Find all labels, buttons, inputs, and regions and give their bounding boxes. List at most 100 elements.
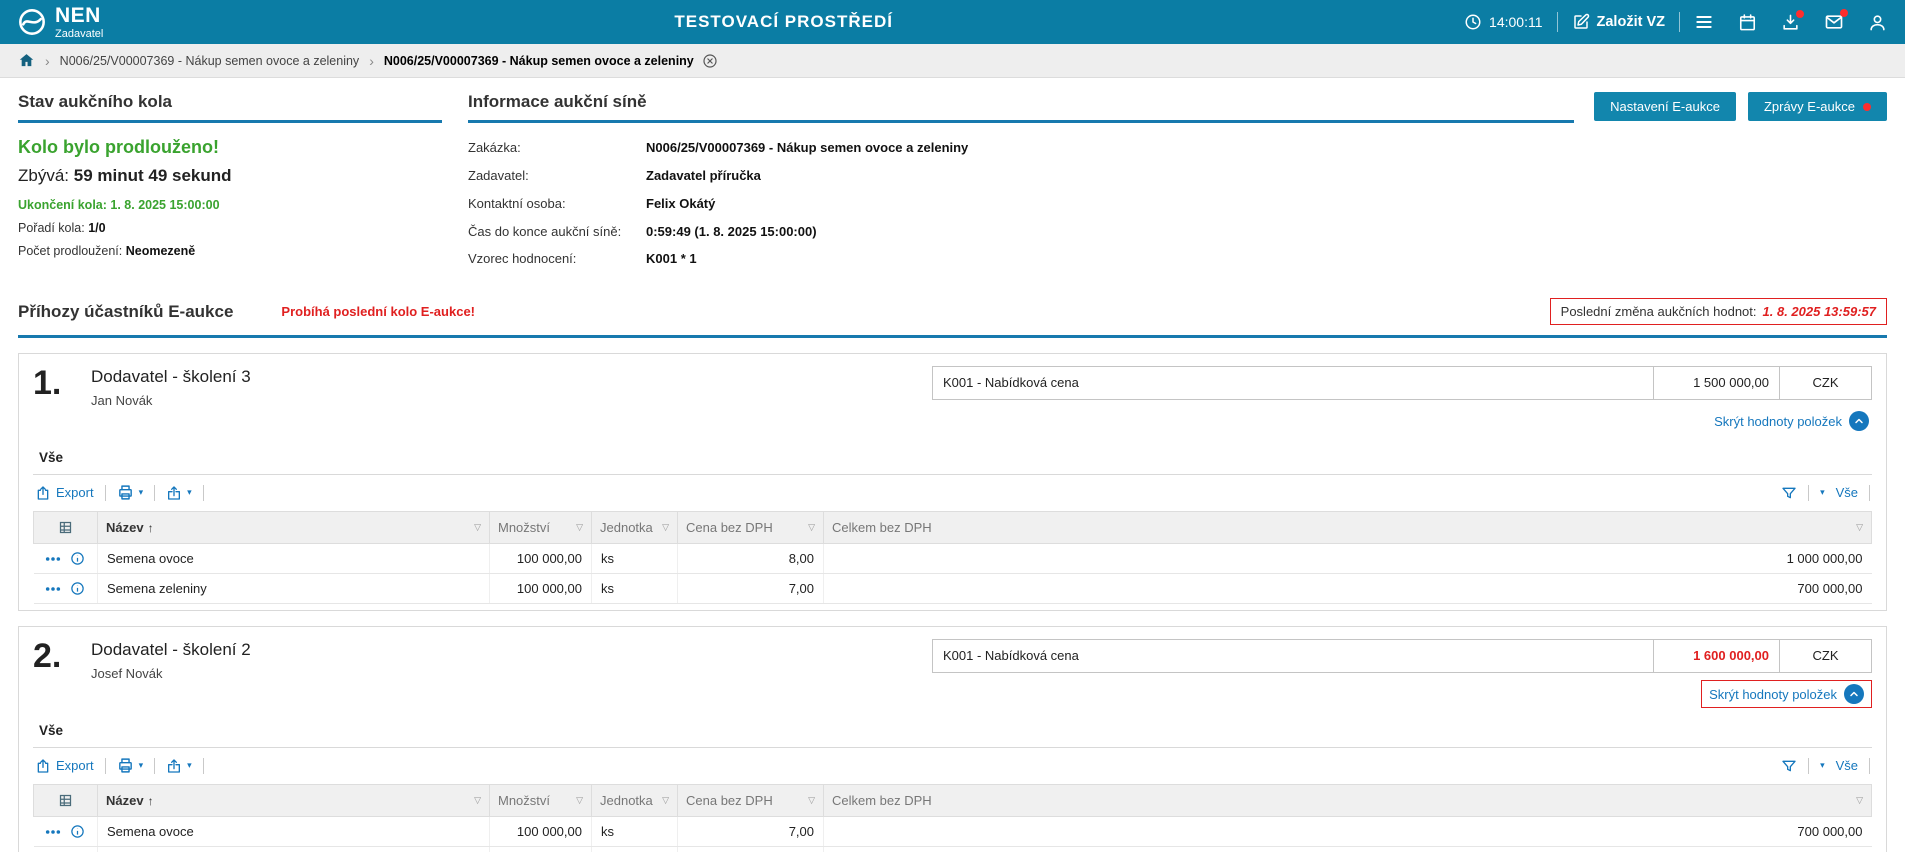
- chevron-down-icon[interactable]: ▾: [187, 487, 192, 498]
- hide-item-values-link[interactable]: Skrýt hodnoty položek: [1701, 680, 1872, 708]
- info-row: Zadavatel: Zadavatel příručka: [468, 167, 1887, 186]
- item-qty: 100 000,00: [490, 574, 592, 604]
- eauction-messages-button[interactable]: Zprávy E-aukce: [1748, 92, 1887, 121]
- info-label: Zakázka:: [468, 139, 646, 158]
- filter-button[interactable]: [1781, 758, 1797, 774]
- breadcrumb-item-active[interactable]: N006/25/V00007369 - Nákup semen ovoce a …: [384, 53, 718, 69]
- print-button[interactable]: ▾: [117, 757, 144, 774]
- column-filter-icon[interactable]: ▽: [576, 795, 583, 806]
- toolbar-divider: [1808, 485, 1809, 501]
- extensions-count: Počet prodloužení: Neomezeně: [18, 244, 442, 258]
- column-header-price[interactable]: Cena bez DPH ▽: [678, 512, 824, 544]
- column-label: Jednotka: [600, 793, 653, 808]
- column-label: Celkem bez DPH: [832, 793, 932, 808]
- column-header-selector[interactable]: [34, 785, 98, 817]
- column-header-qty[interactable]: Množství ▽: [490, 785, 592, 817]
- column-header-unit[interactable]: Jednotka ▽: [592, 512, 678, 544]
- create-vz-button[interactable]: Založit VZ: [1572, 13, 1665, 31]
- column-header-selector[interactable]: [34, 512, 98, 544]
- item-qty: 100 000,00: [490, 817, 592, 847]
- downloads-icon[interactable]: [1781, 13, 1800, 32]
- time-remaining-value: 59 minut 49 sekund: [74, 166, 232, 185]
- column-header-unit[interactable]: Jednotka ▽: [592, 785, 678, 817]
- item-unit: ks: [592, 544, 678, 574]
- user-icon[interactable]: [1868, 13, 1887, 32]
- info-label: Čas do konce aukční síně:: [468, 223, 646, 242]
- participant-name: Dodavatel - školení 2: [91, 640, 251, 660]
- column-filter-icon[interactable]: ▽: [808, 795, 815, 806]
- item-price: 8,00: [678, 544, 824, 574]
- info-icon[interactable]: [70, 824, 85, 839]
- extensions-value: Neomezeně: [126, 244, 195, 258]
- toolbar-divider: [154, 758, 155, 774]
- breadcrumb-item[interactable]: N006/25/V00007369 - Nákup semen ovoce a …: [60, 54, 360, 68]
- column-header-qty[interactable]: Množství ▽: [490, 512, 592, 544]
- hide-item-values-link[interactable]: Skrýt hodnoty položek: [1711, 407, 1872, 435]
- share-icon: [166, 758, 182, 774]
- chevron-down-icon[interactable]: ▾: [187, 760, 192, 771]
- column-header-total[interactable]: Celkem bez DPH ▽: [824, 785, 1872, 817]
- sort-asc-icon[interactable]: ↑: [148, 794, 154, 808]
- share-button[interactable]: ▾: [166, 758, 192, 774]
- item-qty: 100 000,00: [490, 544, 592, 574]
- round-end-value: 1. 8. 2025 15:00:00: [110, 198, 219, 212]
- export-button[interactable]: Export: [35, 485, 94, 501]
- hamburger-menu-icon[interactable]: [1694, 12, 1714, 32]
- info-icon[interactable]: [70, 551, 85, 566]
- column-filter-icon[interactable]: ▽: [474, 522, 481, 533]
- status-panel-title: Stav aukčního kola: [18, 92, 442, 123]
- column-filter-icon[interactable]: ▽: [474, 795, 481, 806]
- row-actions-icon[interactable]: [45, 556, 61, 562]
- create-vz-label: Založit VZ: [1597, 14, 1665, 30]
- item-qty: 100 000,00: [490, 847, 592, 852]
- row-actions-icon[interactable]: [45, 829, 61, 835]
- export-label: Export: [56, 485, 94, 500]
- column-filter-icon[interactable]: ▽: [808, 522, 815, 533]
- tab-all[interactable]: Vše: [33, 443, 69, 474]
- participant-name: Dodavatel - školení 3: [91, 367, 251, 387]
- calendar-icon[interactable]: [1738, 13, 1757, 32]
- column-filter-icon[interactable]: ▽: [1856, 795, 1863, 806]
- column-header-price[interactable]: Cena bez DPH ▽: [678, 785, 824, 817]
- view-all-link[interactable]: Vše: [1836, 758, 1858, 773]
- eauction-settings-button[interactable]: Nastavení E-aukce: [1594, 92, 1736, 121]
- row-actions-icon[interactable]: [45, 586, 61, 592]
- tab-all[interactable]: Vše: [33, 716, 69, 747]
- column-label: Cena bez DPH: [686, 520, 773, 535]
- column-header-name[interactable]: Název↑ ▽: [98, 512, 490, 544]
- chevron-down-icon[interactable]: ▾: [1820, 487, 1825, 498]
- chevron-down-icon[interactable]: ▾: [139, 760, 144, 771]
- messages-icon[interactable]: [1824, 12, 1844, 32]
- column-filter-icon[interactable]: ▽: [662, 795, 669, 806]
- info-icon[interactable]: [70, 581, 85, 596]
- nen-logo[interactable]: NEN Zadavatel: [18, 5, 103, 40]
- toolbar-divider: [1808, 758, 1809, 774]
- home-icon[interactable]: [18, 52, 35, 69]
- column-filter-icon[interactable]: ▽: [662, 522, 669, 533]
- brand-name: NEN: [55, 5, 103, 26]
- export-button[interactable]: Export: [35, 758, 94, 774]
- info-row: Zakázka: N006/25/V00007369 - Nákup semen…: [468, 139, 1887, 158]
- last-change-label: Poslední změna aukčních hodnot:: [1561, 304, 1757, 319]
- view-all-link[interactable]: Vše: [1836, 485, 1858, 500]
- column-filter-icon[interactable]: ▽: [1856, 522, 1863, 533]
- print-button[interactable]: ▾: [117, 484, 144, 501]
- environment-title: TESTOVACÍ PROSTŘEDÍ: [103, 12, 1464, 32]
- bid-criterion-label: K001 - Nabídková cena: [933, 367, 1653, 399]
- info-row: Čas do konce aukční síně: 0:59:49 (1. 8.…: [468, 223, 1887, 242]
- share-button[interactable]: ▾: [166, 485, 192, 501]
- topbar-divider: [1557, 12, 1558, 32]
- chevron-down-icon[interactable]: ▾: [139, 487, 144, 498]
- column-header-total[interactable]: Celkem bez DPH ▽: [824, 512, 1872, 544]
- hide-item-values-label: Skrýt hodnoty položek: [1709, 687, 1837, 702]
- chevron-down-icon[interactable]: ▾: [1820, 760, 1825, 771]
- toolbar-divider: [154, 485, 155, 501]
- close-icon[interactable]: [702, 53, 718, 69]
- round-extended-message: Kolo bylo prodlouženo!: [18, 137, 442, 158]
- table-row: Semena zeleniny 100 000,00 ks 7,00 700 0…: [34, 574, 1872, 604]
- breadcrumb-item-label: N006/25/V00007369 - Nákup semen ovoce a …: [384, 54, 694, 68]
- column-header-name[interactable]: Název↑ ▽: [98, 785, 490, 817]
- column-filter-icon[interactable]: ▽: [576, 522, 583, 533]
- sort-asc-icon[interactable]: ↑: [148, 521, 154, 535]
- filter-button[interactable]: [1781, 485, 1797, 501]
